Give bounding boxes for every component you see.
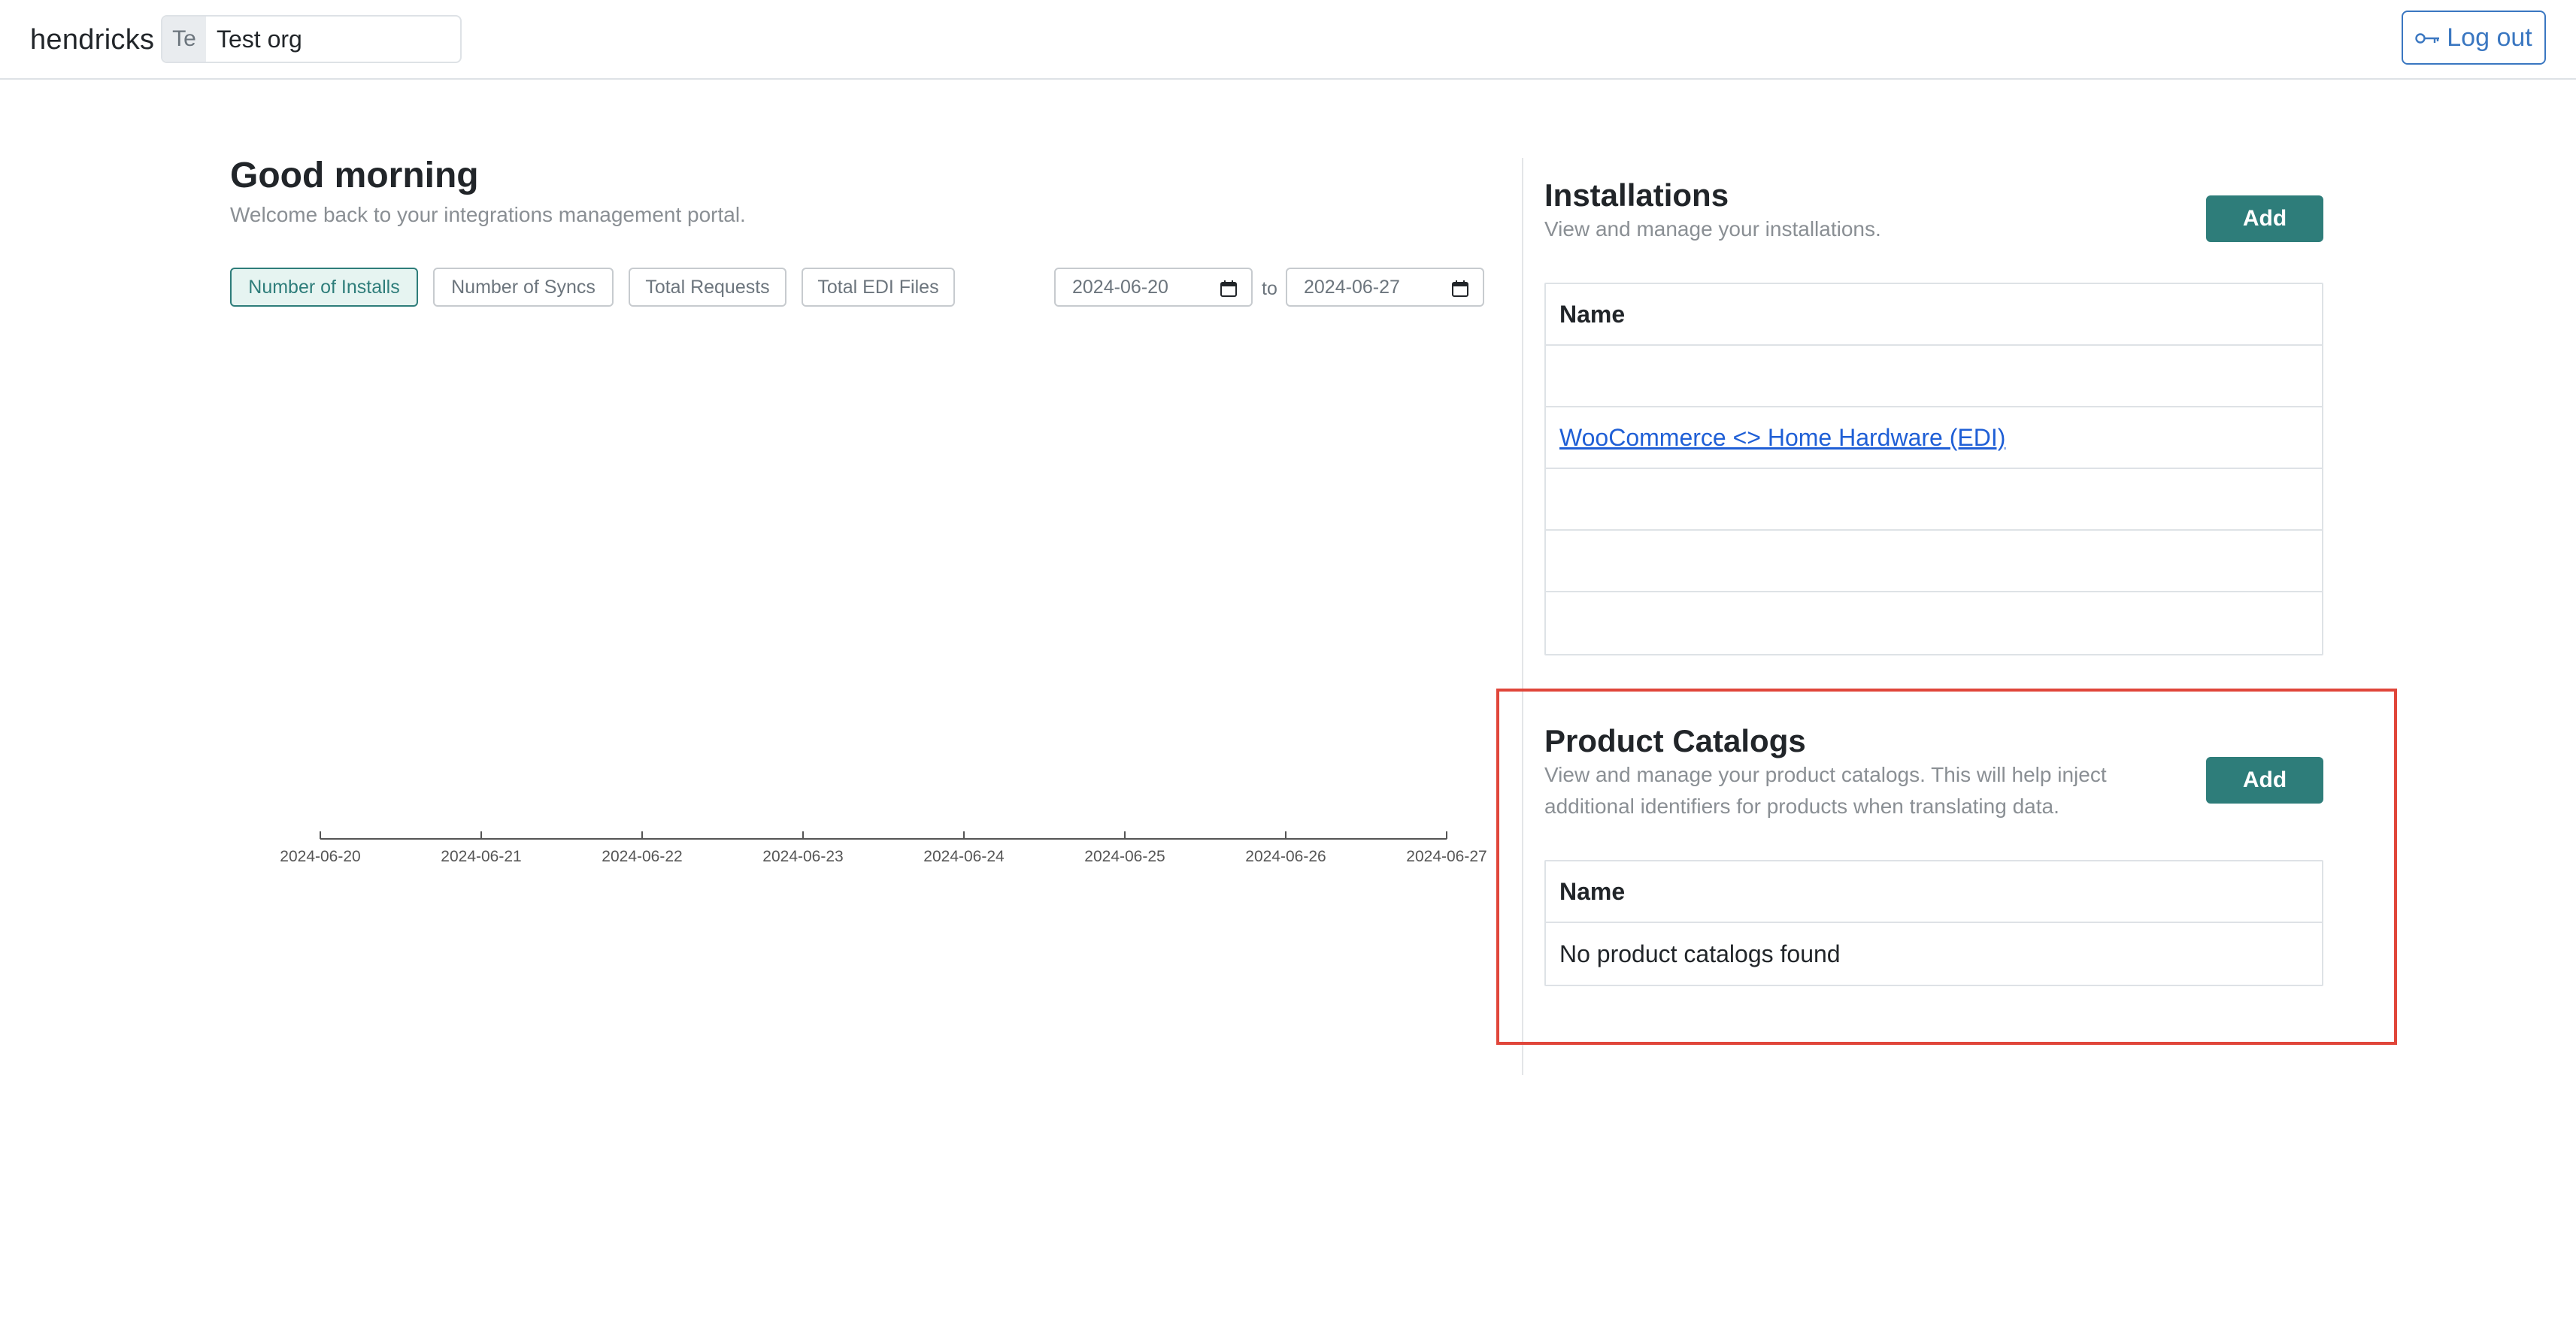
page-title: Good morning (230, 156, 479, 195)
logout-label: Log out (2447, 23, 2532, 52)
filter-number-of-syncs[interactable]: Number of Syncs (433, 268, 614, 307)
date-range-separator: to (1262, 278, 1277, 299)
date-to-value: 2024-06-27 (1304, 276, 1400, 298)
logout-button[interactable]: Log out (2402, 11, 2546, 65)
x-axis-tick-label: 2024-06-20 (280, 848, 360, 865)
date-from-input[interactable]: 2024-06-20 (1054, 268, 1253, 307)
org-name: Test org (217, 25, 302, 53)
filter-total-requests[interactable]: Total Requests (629, 268, 786, 307)
x-axis-tick-label: 2024-06-27 (1406, 848, 1487, 865)
brand-logo[interactable]: hendricks (30, 24, 154, 56)
x-axis-tick-label: 2024-06-26 (1245, 848, 1326, 865)
add-installation-button[interactable]: Add (2206, 195, 2323, 242)
table-row (1546, 592, 2322, 654)
product-catalogs-description-line1: View and manage your product catalogs. T… (1544, 763, 2107, 786)
product-catalogs-description-line2: additional identifiers for products when… (1544, 795, 2059, 818)
org-avatar: Te (162, 17, 206, 62)
table-row (1546, 346, 2322, 407)
x-axis-tick-label: 2024-06-22 (602, 848, 682, 865)
table-row: WooCommerce <> Home Hardware (EDI) (1546, 407, 2322, 469)
table-header-name: Name (1546, 284, 2322, 346)
date-from-value: 2024-06-20 (1072, 276, 1168, 298)
filter-total-edi-files[interactable]: Total EDI Files (802, 268, 955, 307)
org-selector[interactable]: Te Test org (161, 15, 462, 63)
installations-title: Installations (1544, 177, 1729, 213)
installs-chart: 2024-06-20 2024-06-21 2024-06-22 2024-06-23… (280, 831, 1487, 865)
product-catalogs-title: Product Catalogs (1544, 723, 1806, 758)
installations-description: View and manage your installations. (1544, 217, 1881, 241)
date-to-input[interactable]: 2024-06-27 (1286, 268, 1484, 307)
key-icon (2415, 23, 2441, 53)
installation-link[interactable]: WooCommerce <> Home Hardware (EDI) (1559, 424, 2005, 452)
table-row (1546, 469, 2322, 531)
installations-table: Name WooCommerce <> Home Hardware (EDI) (1544, 283, 2323, 655)
x-axis-tick-label: 2024-06-24 (923, 848, 1005, 865)
page-subtitle: Welcome back to your integrations manage… (230, 203, 746, 226)
x-axis-tick-label: 2024-06-23 (762, 848, 843, 865)
empty-state-message: No product catalogs found (1559, 940, 1841, 967)
table-row (1546, 531, 2322, 592)
x-axis-tick-label: 2024-06-25 (1084, 848, 1165, 865)
product-catalogs-table: Name No product catalogs found (1544, 860, 2323, 986)
filter-number-of-installs[interactable]: Number of Installs (230, 268, 418, 307)
x-axis-tick-label: 2024-06-21 (441, 848, 521, 865)
add-product-catalog-button[interactable]: Add (2206, 757, 2323, 804)
table-header-name: Name (1546, 861, 2322, 923)
top-navbar: hendricks Te Test org Log out (0, 0, 2576, 80)
